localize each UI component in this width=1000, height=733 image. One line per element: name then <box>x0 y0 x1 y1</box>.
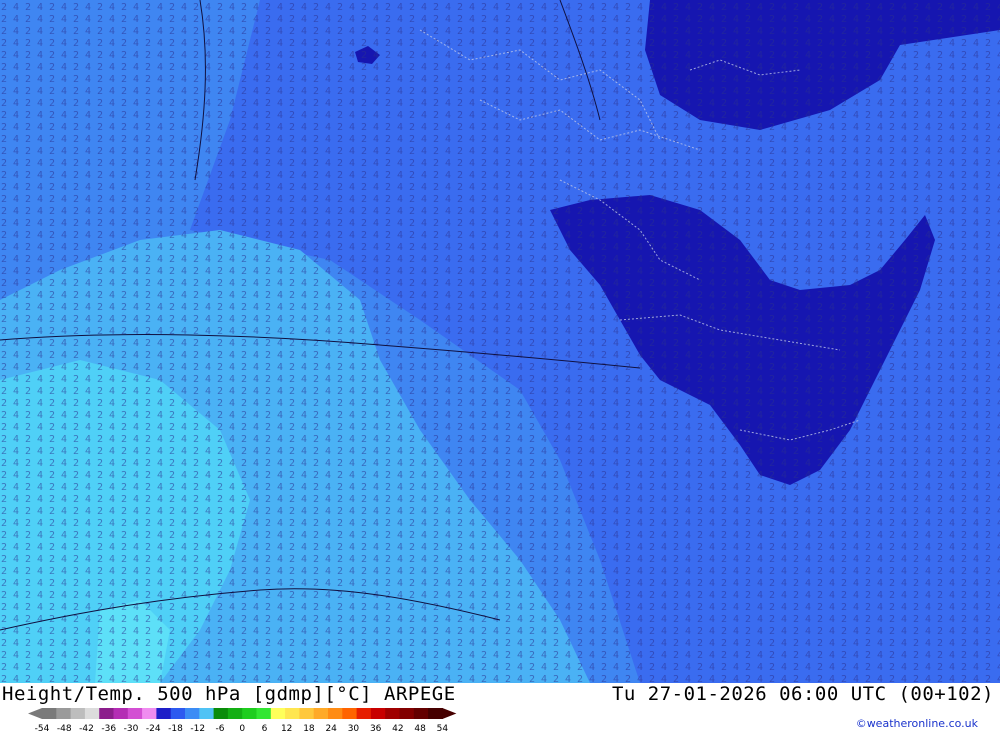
legend-tick-label: 36 <box>370 724 382 732</box>
value-label-texture <box>0 0 1000 683</box>
legend-swatch <box>328 708 343 719</box>
color-legend: -54 -48 -42 -36 -30 -24 -18 -12 -6 0 6 12 18 24 30 36 42… <box>28 708 457 732</box>
legend-tick-label: 42 <box>392 724 403 732</box>
legend-tick-label: -36 <box>101 724 116 732</box>
legend-swatch <box>299 708 315 719</box>
legend-tick-label: -24 <box>146 724 161 732</box>
legend-tick-label: 54 <box>437 724 449 732</box>
legend-swatch <box>156 708 172 719</box>
legend-tick-label: -42 <box>79 724 94 732</box>
legend-tick-label: 18 <box>303 724 315 732</box>
legend-tick-label: -30 <box>124 724 139 732</box>
legend-tick-label: -18 <box>168 724 183 732</box>
map-title: Height/Temp. 500 hPa [gdmp][°C] ARPEGE <box>2 683 456 705</box>
legend-swatch <box>413 708 429 719</box>
legend-swatch <box>56 708 72 719</box>
map-footer: Height/Temp. 500 hPa [gdmp][°C] ARPEGE T… <box>0 683 1000 733</box>
legend-swatch <box>342 708 358 719</box>
legend-tick-label: -12 <box>190 724 205 732</box>
legend-tick-label: 24 <box>325 724 337 732</box>
legend-swatch <box>313 708 329 719</box>
legend-tick-label: 12 <box>281 724 292 732</box>
legend-swatch <box>42 708 57 719</box>
credit-link[interactable]: ©weatheronline.co.uk <box>856 717 978 730</box>
legend-swatch <box>213 708 229 719</box>
legend-swatch <box>285 708 300 719</box>
legend-tick-label: -6 <box>215 724 224 732</box>
legend-arrow-right <box>442 708 457 719</box>
legend-tick-label: -48 <box>57 724 72 732</box>
legend-swatch <box>70 708 86 719</box>
legend-swatch <box>428 708 443 719</box>
legend-swatch <box>199 708 215 719</box>
legend-tick-label: 6 <box>262 724 268 732</box>
legend-swatch <box>113 708 129 719</box>
weather-map: 2 4 <box>0 0 1000 683</box>
legend-tick-label: 0 <box>239 724 245 732</box>
legend-swatch <box>256 708 272 719</box>
map-valid-time: Tu 27-01-2026 06:00 UTC (00+102) <box>611 683 994 705</box>
legend-swatch <box>142 708 157 719</box>
legend-swatch <box>84 708 100 719</box>
legend-swatch <box>227 708 243 719</box>
legend-swatch <box>385 708 400 719</box>
legend-swatch <box>242 708 257 719</box>
legend-swatch <box>185 708 200 719</box>
legend-swatch <box>127 708 143 719</box>
legend-tick-label: 48 <box>414 724 426 732</box>
legend-swatch <box>356 708 372 719</box>
legend-swatch <box>399 708 415 719</box>
legend-tick-label: -54 <box>35 724 50 732</box>
legend-swatch <box>270 708 286 719</box>
legend-swatch <box>370 708 386 719</box>
legend-arrow-left <box>28 708 42 719</box>
legend-tick-label: 30 <box>348 724 360 732</box>
legend-swatch <box>99 708 114 719</box>
legend-swatch <box>170 708 186 719</box>
